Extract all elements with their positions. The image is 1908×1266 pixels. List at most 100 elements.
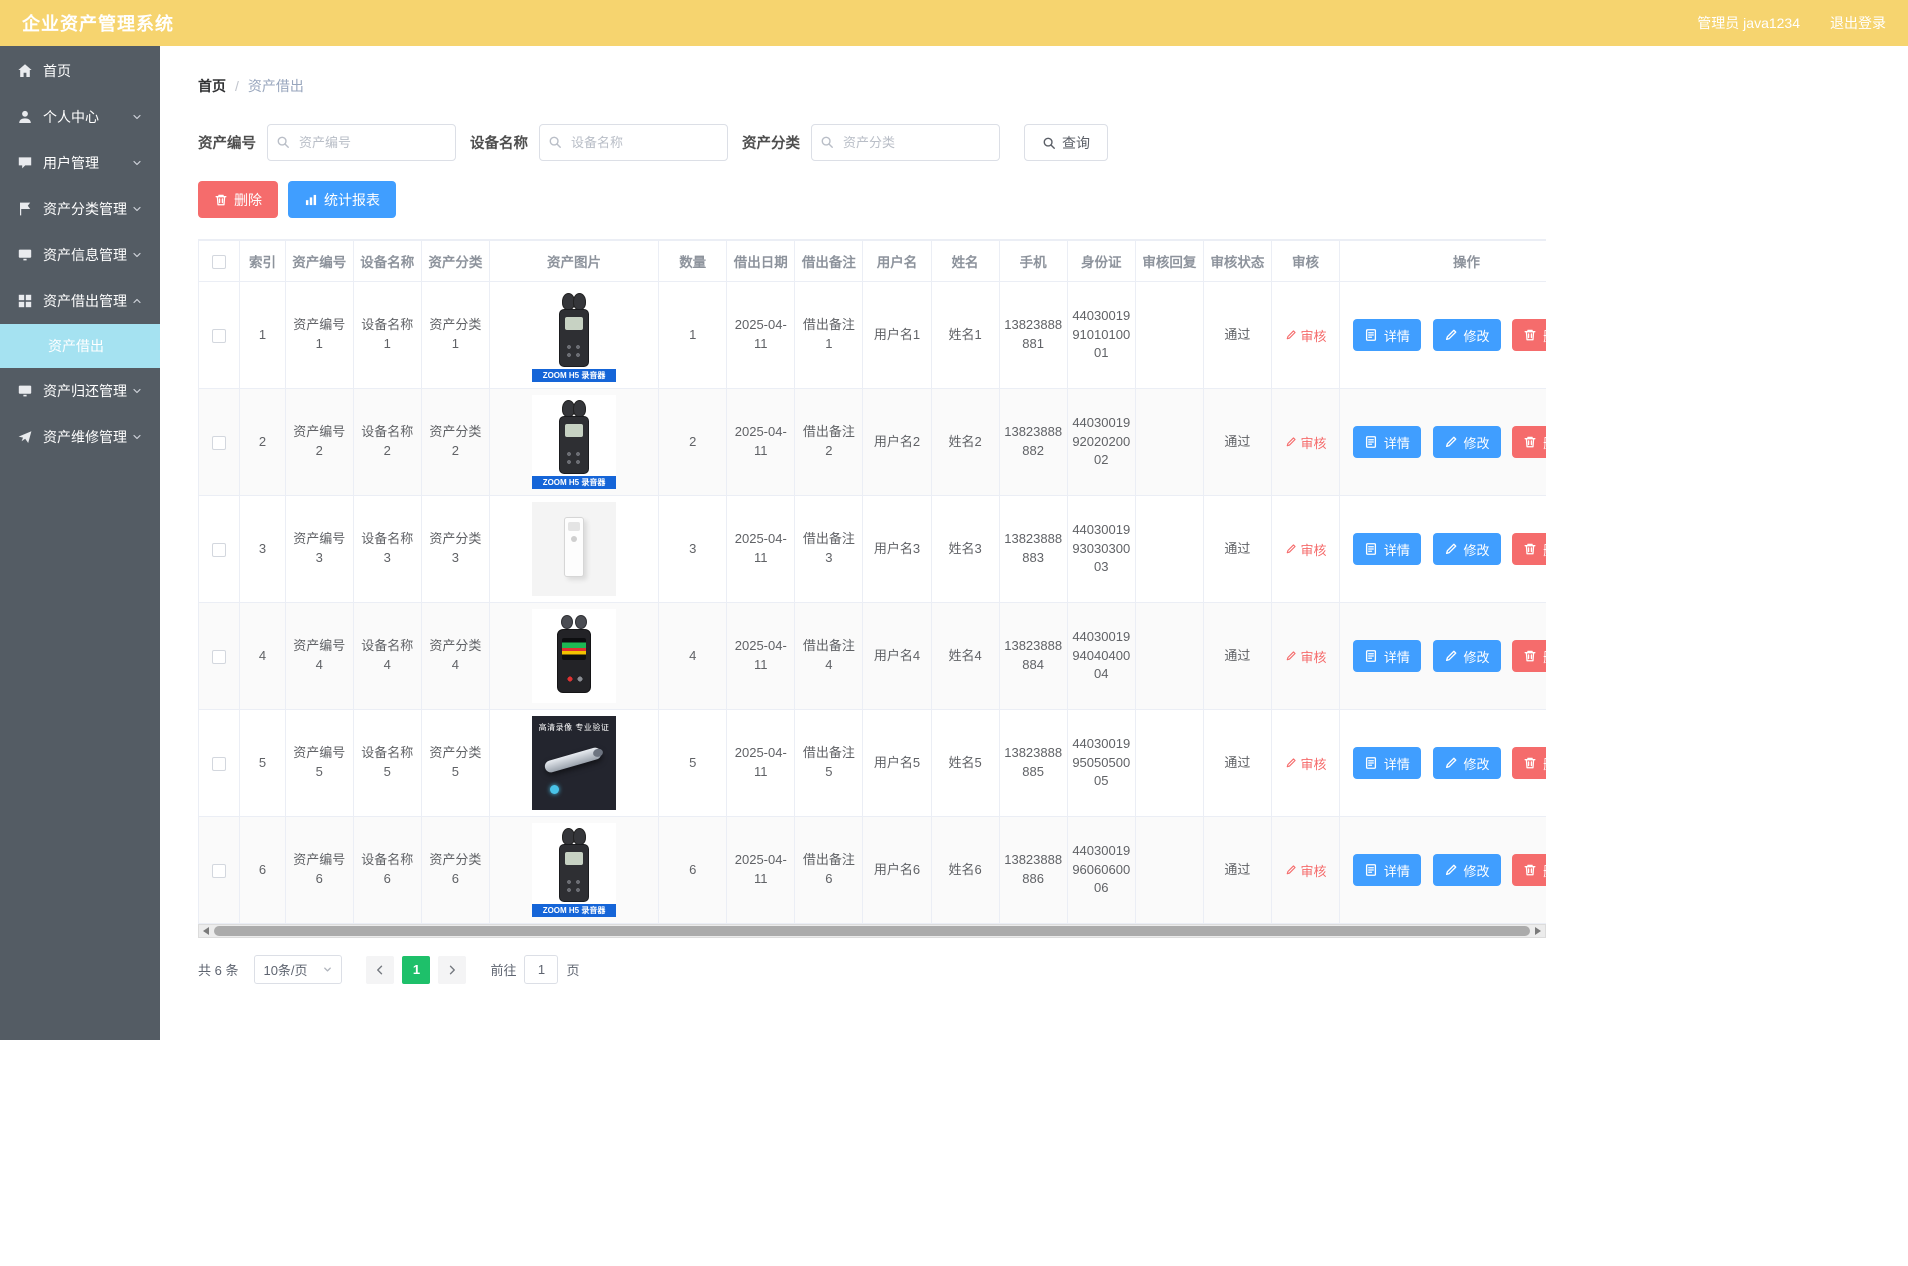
id-card-cell: 440300199505050005 [1067, 710, 1135, 817]
table-row: 5 资产编号5 设备名称5 资产分类5 高清录像 专业验证 5 2025-04-… [199, 710, 1547, 817]
row-checkbox[interactable] [212, 543, 226, 557]
lend-date-cell: 2025-04-11 [727, 496, 795, 603]
asset-image[interactable] [532, 609, 616, 703]
next-page-button[interactable] [438, 956, 466, 984]
edit-button[interactable]: 修改 [1433, 747, 1501, 779]
scrollbar-thumb[interactable] [214, 926, 1530, 936]
device-name-input[interactable] [539, 124, 728, 161]
sidebar-item-asset-return-management[interactable]: 资产归还管理 [0, 368, 160, 414]
device-name-label: 设备名称 [470, 132, 528, 153]
breadcrumb-home[interactable]: 首页 [198, 76, 226, 96]
detail-button[interactable]: 详情 [1353, 533, 1421, 565]
asset-image-cell: 高清录像 专业验证 [489, 710, 658, 817]
actions-cell: 详情 修改 删除 [1340, 603, 1546, 710]
detail-button[interactable]: 详情 [1353, 426, 1421, 458]
username-cell: 用户名3 [863, 496, 931, 603]
username-cell: 用户名2 [863, 389, 931, 496]
asset-no-cell: 资产编号3 [285, 496, 353, 603]
page-suffix-label: 页 [566, 960, 579, 979]
logout-link[interactable]: 退出登录 [1830, 13, 1886, 33]
select-all-checkbox[interactable] [212, 255, 226, 269]
edit-button[interactable]: 修改 [1433, 854, 1501, 886]
device-name-cell: 设备名称5 [353, 710, 421, 817]
sidebar-item-label: 资产归还管理 [43, 381, 131, 401]
audit-link[interactable]: 审核 [1285, 754, 1327, 773]
goto-page-input[interactable] [524, 955, 558, 984]
sidebar-item-asset-repair-management[interactable]: 资产维修管理 [0, 414, 160, 460]
delete-button[interactable]: 删除 [1512, 640, 1546, 672]
scroll-right-arrow[interactable] [1531, 925, 1545, 937]
sidebar-item-asset-info-management[interactable]: 资产信息管理 [0, 232, 160, 278]
name-cell: 姓名3 [931, 496, 999, 603]
scroll-left-arrow[interactable] [199, 925, 213, 937]
audit-link[interactable]: 审核 [1285, 326, 1327, 345]
delete-button[interactable]: 删除 [1512, 747, 1546, 779]
row-checkbox[interactable] [212, 329, 226, 343]
audit-link[interactable]: 审核 [1285, 647, 1327, 666]
detail-button[interactable]: 详情 [1353, 319, 1421, 351]
asset-category-input[interactable] [811, 124, 1000, 161]
audit-link[interactable]: 审核 [1285, 540, 1327, 559]
page-size-select[interactable]: 10条/页 [254, 955, 342, 984]
asset-image[interactable]: ZOOM H5 录音器 [532, 395, 616, 489]
row-checkbox[interactable] [212, 650, 226, 664]
audit-status-cell: 通过 [1203, 496, 1271, 603]
column-header: 数量 [659, 241, 727, 282]
main-content: 首页 / 资产借出 资产编号 设备名称 资产分类 查询 [160, 46, 1908, 1014]
sidebar-item-asset-category-management[interactable]: 资产分类管理 [0, 186, 160, 232]
actions-cell: 详情 修改 删除 [1340, 710, 1546, 817]
audit-link[interactable]: 审核 [1285, 433, 1327, 452]
edit-icon [1285, 650, 1297, 662]
row-checkbox[interactable] [212, 757, 226, 771]
asset-no-cell: 资产编号1 [285, 282, 353, 389]
detail-button[interactable]: 详情 [1353, 854, 1421, 886]
quantity-cell: 2 [659, 389, 727, 496]
sidebar-item-user-management[interactable]: 用户管理 [0, 140, 160, 186]
edit-icon [1285, 436, 1297, 448]
column-header: 审核回复 [1135, 241, 1203, 282]
table-scroll-container: 索引 资产编号 设备名称 资产分类 资产图片 数量 借出日期 借出备注 用户名 … [198, 239, 1546, 924]
app-header: 企业资产管理系统 管理员 java1234 退出登录 [0, 0, 1908, 46]
audit-link[interactable]: 审核 [1285, 861, 1327, 880]
edit-button[interactable]: 修改 [1433, 640, 1501, 672]
row-checkbox[interactable] [212, 864, 226, 878]
statistics-report-button[interactable]: 统计报表 [288, 181, 396, 218]
horizontal-scrollbar[interactable] [198, 924, 1546, 938]
detail-button[interactable]: 详情 [1353, 747, 1421, 779]
sidebar-item-home[interactable]: 首页 [0, 48, 160, 94]
delete-button[interactable]: 删除 [1512, 533, 1546, 565]
asset-no-input[interactable] [267, 124, 456, 161]
audit-status-cell: 通过 [1203, 817, 1271, 924]
column-header: 资产编号 [285, 241, 353, 282]
row-select-cell [199, 817, 240, 924]
asset-image[interactable]: ZOOM H5 录音器 [532, 288, 616, 382]
asset-image[interactable] [532, 502, 616, 596]
sidebar-subitem-asset-lending[interactable]: 资产借出 [0, 324, 160, 368]
index-cell: 2 [240, 389, 285, 496]
prev-page-button[interactable] [366, 956, 394, 984]
asset-no-label: 资产编号 [198, 132, 256, 153]
detail-button[interactable]: 详情 [1353, 640, 1421, 672]
admin-user-link[interactable]: 管理员 java1234 [1697, 13, 1800, 33]
sidebar-item-asset-lending-management[interactable]: 资产借出管理 [0, 278, 160, 324]
quantity-cell: 1 [659, 282, 727, 389]
delete-button[interactable]: 删除 [1512, 319, 1546, 351]
username-cell: 用户名5 [863, 710, 931, 817]
asset-image[interactable]: 高清录像 专业验证 [532, 716, 616, 810]
audit-cell: 审核 [1271, 710, 1339, 817]
chevron-down-icon [131, 157, 143, 169]
column-header: 设备名称 [353, 241, 421, 282]
phone-cell: 13823888881 [999, 282, 1067, 389]
edit-button[interactable]: 修改 [1433, 319, 1501, 351]
asset-category-label: 资产分类 [742, 132, 800, 153]
delete-button[interactable]: 删除 [1512, 854, 1546, 886]
edit-button[interactable]: 修改 [1433, 533, 1501, 565]
query-button[interactable]: 查询 [1024, 124, 1108, 161]
delete-button[interactable]: 删除 [1512, 426, 1546, 458]
sidebar-item-personal-center[interactable]: 个人中心 [0, 94, 160, 140]
edit-button[interactable]: 修改 [1433, 426, 1501, 458]
row-checkbox[interactable] [212, 436, 226, 450]
page-1-button[interactable]: 1 [402, 956, 430, 984]
bulk-delete-button[interactable]: 删除 [198, 181, 278, 218]
asset-image[interactable]: ZOOM H5 录音器 [532, 823, 616, 917]
